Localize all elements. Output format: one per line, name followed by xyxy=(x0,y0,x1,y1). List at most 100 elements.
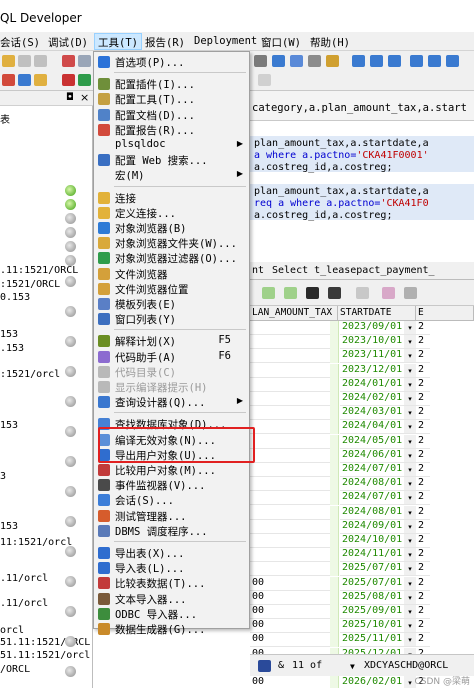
cell-dropdown-icon[interactable]: ▾ xyxy=(404,406,416,421)
menu-item[interactable]: 会话(S)... xyxy=(95,492,249,508)
cell-startdate[interactable]: 2025/07/01 xyxy=(340,562,404,577)
menu-item[interactable]: 配置插件(I)... xyxy=(95,76,249,92)
cell-startdate[interactable]: 2024/11/01 xyxy=(340,548,404,563)
cell-e[interactable]: 2 xyxy=(416,364,430,378)
connection-item[interactable]: :1521/ORCL xyxy=(0,279,60,290)
menu-item[interactable]: 模板列表(E) xyxy=(95,296,249,312)
column-header[interactable]: LAN_AMOUNT_TAX xyxy=(250,306,338,321)
cut-icon[interactable] xyxy=(62,55,75,67)
menu-item[interactable]: 配置 Web 搜索... xyxy=(95,152,249,168)
menu-item[interactable]: 窗口列表(Y) xyxy=(95,311,249,327)
cell-startdate[interactable]: 2024/10/01 xyxy=(340,534,404,548)
cell-e[interactable]: 2 xyxy=(416,406,430,421)
cell-startdate[interactable]: 2025/09/01 xyxy=(340,605,404,619)
cell-plan-amount-tax[interactable] xyxy=(250,406,330,421)
redo-icon[interactable] xyxy=(34,55,47,67)
print-icon[interactable] xyxy=(272,55,285,67)
cell-dropdown-icon[interactable]: ▾ xyxy=(404,491,416,506)
cell-e[interactable]: 2 xyxy=(416,477,430,492)
menu-item[interactable]: 文件浏览器 xyxy=(95,266,249,282)
find-icon[interactable] xyxy=(328,287,341,299)
table-row[interactable]: 2023/12/01 ▾ 2 xyxy=(250,363,474,378)
table-row[interactable]: 2024/11/01 ▾ 2 xyxy=(250,548,474,563)
cell-dropdown-icon[interactable]: ▾ xyxy=(404,448,416,463)
cell-startdate[interactable]: 2024/02/01 xyxy=(340,392,404,406)
connection-item[interactable]: 0.153 xyxy=(0,292,30,303)
cell-plan-amount-tax[interactable] xyxy=(250,378,330,392)
edit-icon[interactable] xyxy=(356,287,369,299)
table-row[interactable]: 00 2025/10/01 ▾ 2 xyxy=(250,619,474,634)
window-cascade-icon[interactable] xyxy=(352,55,365,67)
undo-icon[interactable] xyxy=(18,55,31,67)
menu-item[interactable]: 代码助手(A) F6 xyxy=(95,349,249,365)
menu-item[interactable]: 配置报告(R)... xyxy=(95,122,249,138)
cell-startdate[interactable]: 2025/07/01 xyxy=(340,577,404,591)
cell-e[interactable]: 2 xyxy=(416,562,430,577)
cell-e[interactable]: 2 xyxy=(416,591,430,605)
connection-item[interactable]: orcl xyxy=(0,625,24,636)
table-row[interactable]: 2024/03/01 ▾ 2 xyxy=(250,406,474,421)
cell-plan-amount-tax[interactable] xyxy=(250,364,330,378)
table-row[interactable]: 2024/01/01 ▾ 2 xyxy=(250,377,474,392)
connection-item[interactable]: .153 xyxy=(0,343,24,354)
cell-e[interactable]: 2 xyxy=(416,619,430,634)
connection-item[interactable]: 11:1521/orcl xyxy=(0,537,72,548)
menu-item[interactable]: 事件监视器(V)... xyxy=(95,477,249,493)
cell-dropdown-icon[interactable]: ▾ xyxy=(404,363,416,378)
cell-plan-amount-tax[interactable]: 00 xyxy=(250,591,330,605)
cell-e[interactable]: 2 xyxy=(416,420,430,435)
close-panel-icon[interactable]: × xyxy=(80,91,89,104)
menu-item[interactable]: 查询设计器(Q)... ▶ xyxy=(95,394,249,410)
bookmark-icon[interactable] xyxy=(326,55,339,67)
cell-plan-amount-tax[interactable]: 00 xyxy=(250,577,330,591)
cell-plan-amount-tax[interactable] xyxy=(250,562,330,577)
table-row[interactable]: 2024/08/01 ▾ 2 xyxy=(250,477,474,492)
menu-item[interactable]: 对象浏览器(B) xyxy=(95,220,249,236)
menu-item[interactable]: 对象浏览器过滤器(O)... xyxy=(95,250,249,266)
menu-item[interactable]: 比较用户对象(M)... xyxy=(95,462,249,478)
cell-plan-amount-tax[interactable] xyxy=(250,420,330,435)
cell-plan-amount-tax[interactable] xyxy=(250,349,330,364)
cell-dropdown-icon[interactable]: ▾ xyxy=(404,562,416,577)
table-row[interactable]: 2024/07/01 ▾ 2 xyxy=(250,463,474,477)
commit-icon[interactable] xyxy=(18,74,31,86)
cell-e[interactable]: 2 xyxy=(416,491,430,506)
result-grid[interactable]: LAN_AMOUNT_TAX STARTDATE E 2023/09/01 ▾ 2 2… xyxy=(250,306,474,688)
menu-item[interactable]: 配置工具(T)... xyxy=(95,91,249,107)
cell-dropdown-icon[interactable]: ▾ xyxy=(404,377,416,392)
connection-item[interactable]: :1521/orcl xyxy=(0,369,60,380)
table-row[interactable]: 2024/07/01 ▾ 2 xyxy=(250,491,474,506)
cell-dropdown-icon[interactable]: ▾ xyxy=(404,477,416,492)
execute-icon[interactable] xyxy=(34,74,47,86)
menu-tools[interactable]: 工具(T) xyxy=(94,33,142,50)
cell-dropdown-icon[interactable]: ▾ xyxy=(404,335,416,350)
window-grid-icon[interactable] xyxy=(428,55,441,67)
cell-e[interactable]: 2 xyxy=(416,534,430,548)
window-split-icon[interactable] xyxy=(410,55,423,67)
cell-dropdown-icon[interactable]: ▾ xyxy=(404,505,416,520)
fetch-next-icon[interactable] xyxy=(262,287,275,299)
result-tab-output[interactable]: nt xyxy=(252,265,264,276)
new-icon[interactable] xyxy=(2,55,15,67)
table-row[interactable]: 00 2025/08/01 ▾ 2 xyxy=(250,590,474,605)
cell-startdate[interactable]: 2024/08/01 xyxy=(340,477,404,492)
cell-plan-amount-tax[interactable] xyxy=(250,548,330,563)
menu-item[interactable]: 解释计划(X) F5 xyxy=(95,333,249,349)
cell-plan-amount-tax[interactable]: 00 xyxy=(250,676,330,688)
cell-startdate[interactable]: 2024/06/01 xyxy=(340,449,404,463)
cell-plan-amount-tax[interactable] xyxy=(250,520,330,534)
cell-dropdown-icon[interactable]: ▾ xyxy=(404,321,416,335)
cell-plan-amount-tax[interactable] xyxy=(250,321,330,335)
menu-debug[interactable]: 调试(D) xyxy=(48,35,88,50)
cell-e[interactable]: 2 xyxy=(416,335,430,350)
cell-dropdown-icon[interactable]: ▾ xyxy=(404,349,416,364)
sql-window-tab[interactable]: category,a.plan_amount_tax,a.start xyxy=(250,91,474,121)
cell-e[interactable]: 2 xyxy=(416,321,430,335)
menu-item[interactable]: 比较表数据(T)... xyxy=(95,575,249,591)
cell-plan-amount-tax[interactable] xyxy=(250,392,330,406)
connect-icon[interactable] xyxy=(2,74,15,86)
cell-startdate[interactable]: 2024/05/01 xyxy=(340,435,404,449)
cell-plan-amount-tax[interactable]: 00 xyxy=(250,619,330,634)
cell-startdate[interactable]: 2024/03/01 xyxy=(340,406,404,421)
menu-item[interactable]: 配置文档(D)... xyxy=(95,107,249,123)
